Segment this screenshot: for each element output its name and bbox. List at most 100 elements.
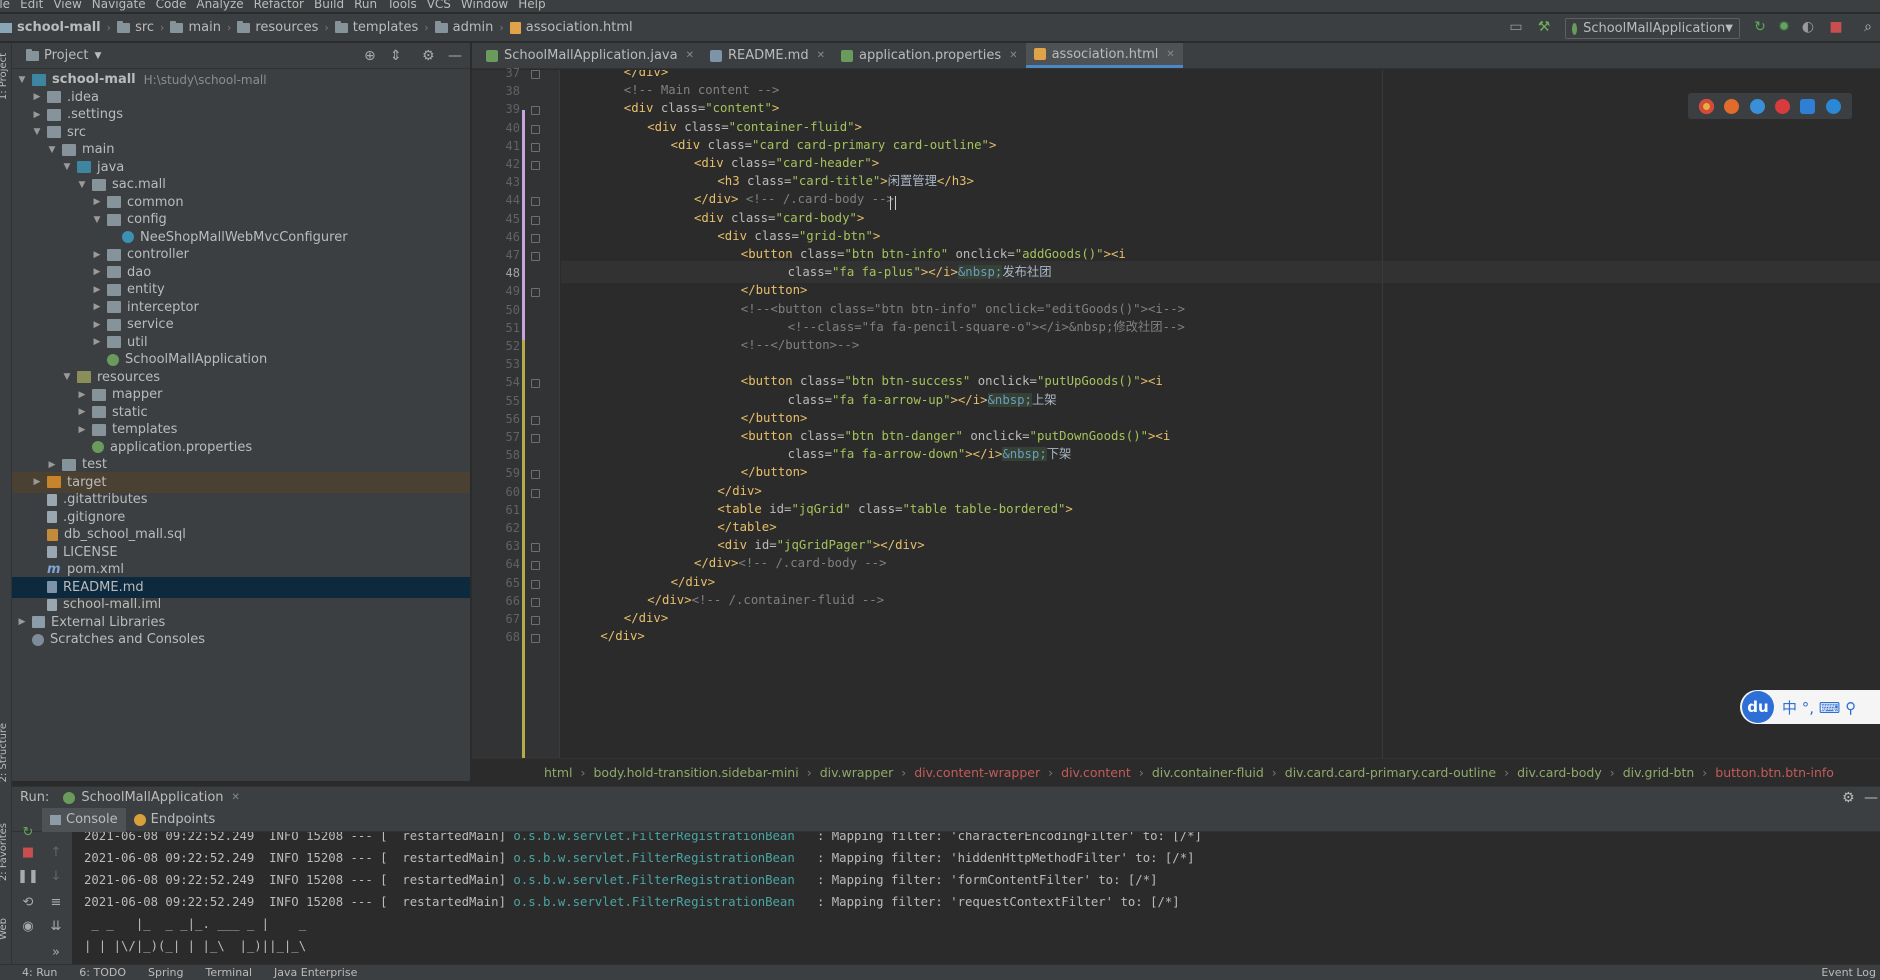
html-breadcrumb-item[interactable]: button.btn.btn-info bbox=[1715, 765, 1834, 780]
tree-expand-icon[interactable]: ▶ bbox=[91, 267, 103, 277]
close-icon[interactable]: ✕ bbox=[686, 50, 694, 61]
tree-expand-icon[interactable]: ▶ bbox=[31, 110, 43, 120]
tree-expand-icon[interactable]: ▶ bbox=[76, 425, 88, 435]
tool-tab-web[interactable]: Web bbox=[0, 918, 9, 940]
camera-icon[interactable]: ◉ bbox=[20, 918, 36, 934]
tool-tab-structure[interactable]: 2: Structure bbox=[0, 723, 9, 782]
gear-icon[interactable]: ⚙ bbox=[1842, 790, 1855, 806]
opera-icon[interactable] bbox=[1775, 98, 1791, 114]
editor-tab[interactable]: application.properties ✕ bbox=[833, 43, 1026, 68]
more-icon[interactable]: » bbox=[48, 944, 64, 960]
fold-marker-icon[interactable] bbox=[531, 252, 540, 261]
nav-crumb[interactable]: src › bbox=[117, 20, 164, 35]
close-icon[interactable]: ✕ bbox=[1166, 49, 1174, 60]
build-hammer-icon[interactable]: ⚒ bbox=[1536, 19, 1552, 35]
tree-expand-icon[interactable]: ▼ bbox=[16, 75, 28, 85]
menu-item-help[interactable]: Help bbox=[518, 0, 555, 10]
layout-icon[interactable]: ▭ bbox=[1508, 19, 1524, 35]
event-log-button[interactable]: Event Log bbox=[1821, 966, 1876, 979]
menu-item-code[interactable]: Code bbox=[156, 0, 197, 10]
console-output[interactable]: 2021-06-08 09:22:52.249 INFO 15208 --- [… bbox=[72, 832, 1880, 964]
html-breadcrumb-item[interactable]: div.card-body › bbox=[1517, 765, 1615, 780]
firefox-icon[interactable] bbox=[1724, 98, 1740, 114]
tree-expand-icon[interactable]: ▼ bbox=[46, 145, 58, 155]
nav-crumb[interactable]: school-mall › bbox=[0, 20, 111, 35]
nav-crumb[interactable]: templates › bbox=[334, 20, 429, 35]
html-breadcrumb-item[interactable]: div.card.card-primary.card-outline › bbox=[1285, 765, 1509, 780]
editor-tab[interactable]: README.md ✕ bbox=[702, 43, 833, 68]
fold-marker-icon[interactable] bbox=[531, 415, 540, 425]
tab-console[interactable]: Console bbox=[42, 807, 126, 832]
nav-crumb[interactable]: association.html bbox=[509, 20, 633, 35]
editor-tab[interactable]: association.html ✕ bbox=[1025, 43, 1183, 68]
arrow-down-icon[interactable]: ↓ bbox=[48, 868, 64, 884]
status-tab[interactable]: 4: Run bbox=[22, 966, 57, 979]
arrow-up-icon[interactable]: ↑ bbox=[48, 844, 64, 860]
nav-crumb[interactable]: resources › bbox=[237, 20, 329, 35]
fold-marker-icon[interactable] bbox=[531, 579, 540, 589]
close-icon[interactable]: ✕ bbox=[1009, 50, 1017, 61]
editor-tab[interactable]: SchoolMallApplication.java ✕ bbox=[478, 43, 702, 68]
fold-marker-icon[interactable] bbox=[531, 543, 540, 553]
tree-expand-icon[interactable]: ▶ bbox=[91, 285, 103, 295]
tab-endpoints[interactable]: Endpoints bbox=[126, 808, 224, 832]
html-breadcrumb-item[interactable]: html › bbox=[544, 765, 585, 780]
menu-item-tools[interactable]: Tools bbox=[387, 0, 427, 10]
debug-icon[interactable]: ✹ bbox=[1776, 19, 1792, 35]
close-icon[interactable]: ✕ bbox=[232, 792, 240, 803]
menu-item-refactor[interactable]: Refactor bbox=[254, 0, 314, 10]
fold-marker-icon[interactable] bbox=[531, 616, 540, 625]
nav-crumb[interactable]: main › bbox=[170, 20, 231, 35]
coverage-icon[interactable]: ◐ bbox=[1800, 19, 1816, 35]
status-tab[interactable]: 6: TODO bbox=[79, 966, 126, 979]
menu-item-run[interactable]: Run bbox=[354, 0, 387, 10]
fold-marker-icon[interactable] bbox=[531, 597, 540, 607]
tree-expand-icon[interactable]: ▼ bbox=[31, 127, 43, 137]
tree-expand-icon[interactable]: ▼ bbox=[61, 162, 73, 172]
baidu-ime-icon[interactable]: du bbox=[1742, 691, 1774, 723]
fold-marker-icon[interactable] bbox=[531, 197, 540, 207]
html-breadcrumb-item[interactable]: div.content › bbox=[1061, 765, 1144, 780]
menu-item-build[interactable]: Build bbox=[314, 0, 354, 10]
gear-icon[interactable]: ⚙ bbox=[422, 48, 435, 64]
html-breadcrumb-item[interactable]: div.wrapper › bbox=[820, 765, 907, 780]
status-tab[interactable]: Spring bbox=[148, 966, 184, 979]
tree-expand-icon[interactable]: ▶ bbox=[31, 477, 43, 487]
fold-marker-icon[interactable] bbox=[531, 70, 540, 79]
pause-icon[interactable]: ❚❚ bbox=[17, 868, 39, 884]
fold-marker-icon[interactable] bbox=[531, 161, 540, 170]
status-tab[interactable]: Java Enterprise bbox=[274, 966, 357, 979]
tree-expand-icon[interactable]: ▶ bbox=[76, 407, 88, 417]
html-breadcrumb-item[interactable]: div.container-fluid › bbox=[1152, 765, 1277, 780]
tree-expand-icon[interactable]: ▶ bbox=[91, 250, 103, 260]
edge-icon[interactable] bbox=[1825, 98, 1841, 114]
tree-expand-icon[interactable]: ▶ bbox=[31, 92, 43, 102]
fold-marker-icon[interactable] bbox=[531, 288, 540, 298]
rerun-icon[interactable]: ↻ bbox=[20, 824, 36, 840]
fold-marker-icon[interactable] bbox=[531, 106, 540, 116]
chrome-icon[interactable] bbox=[1699, 98, 1715, 114]
stop-icon[interactable]: ■ bbox=[1828, 19, 1844, 35]
tree-expand-icon[interactable]: ▶ bbox=[76, 390, 88, 400]
fold-marker-icon[interactable] bbox=[531, 488, 540, 498]
tree-expand-icon[interactable]: ▶ bbox=[16, 617, 28, 627]
fold-marker-icon[interactable] bbox=[531, 124, 540, 134]
tree-expand-icon[interactable]: ▼ bbox=[76, 180, 88, 190]
menu-item-ile[interactable]: ile bbox=[0, 0, 20, 10]
safari-icon[interactable] bbox=[1749, 98, 1765, 114]
code-editor[interactable]: </div> <!-- Main content --> <div class="c… bbox=[561, 70, 1880, 758]
collapse-all-icon[interactable]: ⇕ bbox=[390, 48, 402, 64]
status-tab[interactable]: Terminal bbox=[206, 966, 253, 979]
minimize-icon[interactable]: — bbox=[448, 48, 462, 64]
ime-toolbar[interactable]: du 中 °, ⌨ ⚲ bbox=[1740, 690, 1880, 724]
tool-tab-project[interactable]: 1: Project bbox=[0, 53, 9, 100]
tree-expand-icon[interactable]: ▶ bbox=[91, 337, 103, 347]
search-icon[interactable]: ⌕ bbox=[1860, 19, 1876, 35]
restart-icon[interactable]: ⟲ bbox=[20, 894, 36, 910]
tree-item[interactable]: Scratches and Consoles bbox=[12, 629, 470, 650]
menu-item-vcs[interactable]: VCS bbox=[427, 0, 461, 10]
soft-wrap-icon[interactable]: ≡ bbox=[48, 894, 64, 910]
menu-item-analyze[interactable]: Analyze bbox=[196, 0, 253, 10]
run-config-tab[interactable]: SchoolMallApplication ✕ bbox=[63, 790, 240, 805]
tree-expand-icon[interactable]: ▶ bbox=[46, 460, 58, 470]
